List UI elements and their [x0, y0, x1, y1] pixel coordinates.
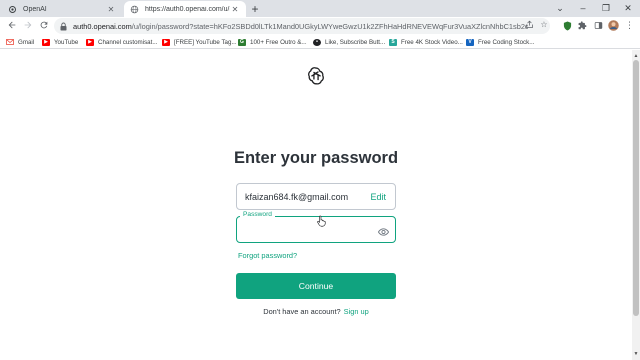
edit-email-link[interactable]: Edit — [370, 192, 386, 202]
bookmark-label: Like, Subscribe Butt... — [325, 38, 386, 46]
bookmark-item[interactable]: Gmail — [6, 37, 34, 47]
bookmark-item[interactable]: S Free 4K Stock Video... — [389, 37, 463, 47]
password-input[interactable] — [244, 222, 374, 236]
tab-title: OpenAI — [23, 5, 47, 13]
bookmark-item[interactable]: • Like, Subscribe Butt... — [313, 37, 385, 47]
bookmark-item[interactable]: ▶ Channel customisat... — [86, 37, 158, 47]
openai-favicon-icon — [8, 5, 17, 14]
youtube-icon: ▶ — [42, 38, 50, 46]
profile-avatar[interactable] — [608, 20, 619, 31]
url-text: auth0.openai.com/u/login/password?state=… — [73, 22, 528, 31]
tab-openai[interactable]: OpenAI ✕ — [2, 1, 122, 17]
email-text: kfaizan684.fk@gmail.com — [245, 191, 349, 202]
tab-close-icon[interactable]: ✕ — [106, 5, 116, 14]
tab-title: https://auth0.openai.com/u/login/p — [145, 5, 230, 13]
new-tab-button[interactable]: + — [249, 2, 261, 16]
bookmark-item[interactable]: ▶ YouTube — [42, 37, 78, 47]
bookmark-label: Free 4K Stock Video... — [401, 38, 463, 46]
address-bar[interactable]: auth0.openai.com/u/login/password?state=… — [54, 18, 550, 34]
mouse-cursor-icon — [316, 214, 326, 227]
openai-logo-icon — [306, 66, 326, 86]
reload-button[interactable] — [38, 20, 50, 32]
stock-icon: S — [389, 38, 397, 46]
v-icon: V — [466, 38, 474, 46]
scrollbar-thumb[interactable] — [633, 60, 639, 316]
url-host: auth0.openai.com — [73, 21, 132, 31]
email-display-field: kfaizan684.fk@gmail.com Edit — [236, 183, 396, 210]
gmail-icon — [6, 38, 14, 46]
signup-link[interactable]: Sign up — [344, 307, 369, 316]
tab-close-icon[interactable]: ✕ — [230, 5, 240, 14]
password-label: Password — [240, 211, 275, 218]
youtube-icon: ▶ — [162, 38, 170, 46]
bookmark-item[interactable]: V Free Coding Stock... — [466, 37, 534, 47]
bookmark-label: Channel customisat... — [98, 38, 158, 46]
browser-toolbar: auth0.openai.com/u/login/password?state=… — [0, 17, 640, 35]
back-button[interactable] — [6, 20, 18, 32]
side-panel-icon[interactable] — [593, 20, 604, 31]
browser-menu-icon[interactable]: ⋮ — [624, 20, 635, 31]
circle-icon: • — [313, 38, 321, 46]
scroll-down-arrow-icon[interactable]: ▼ — [633, 351, 639, 357]
forgot-password-link[interactable]: Forgot password? — [238, 251, 297, 260]
shield-extension-icon[interactable] — [562, 20, 573, 31]
page-title: Enter your password — [233, 149, 399, 167]
tab-auth0[interactable]: https://auth0.openai.com/u/login/p ✕ — [124, 1, 246, 17]
bookmark-label: Free Coding Stock... — [478, 38, 535, 46]
youtube-icon: ▶ — [86, 38, 94, 46]
close-window-button[interactable]: ✕ — [618, 1, 638, 15]
tab-strip: OpenAI ✕ https://auth0.openai.com/u/logi… — [0, 0, 640, 17]
show-password-eye-icon[interactable] — [377, 224, 390, 236]
bookmark-item[interactable]: G 100+ Free Outro &... — [238, 37, 307, 47]
gif-icon: G — [238, 38, 246, 46]
bookmark-star-icon[interactable]: ☆ — [539, 20, 549, 30]
bookmark-item[interactable]: ▶ [FREE] YouTube Tag... — [162, 37, 237, 47]
bookmark-label: YouTube — [54, 38, 79, 46]
forward-button[interactable] — [22, 20, 34, 32]
continue-button[interactable]: Continue — [236, 273, 396, 299]
share-icon[interactable] — [524, 20, 534, 30]
scroll-up-arrow-icon[interactable]: ▲ — [633, 53, 639, 59]
extensions-puzzle-icon[interactable] — [577, 20, 588, 31]
url-path: /u/login/password?state=hKFo2SBDd0lLTk1M… — [131, 21, 528, 31]
signup-prompt: Don't have an account? — [263, 307, 341, 316]
tab-search-dropdown-icon[interactable]: ⌄ — [550, 1, 570, 15]
globe-favicon-icon — [130, 5, 139, 14]
bookmark-label: Gmail — [18, 38, 35, 46]
restore-button[interactable]: ❐ — [596, 1, 616, 15]
signup-row: Don't have an account? Sign up — [236, 307, 396, 316]
minimize-button[interactable]: – — [573, 1, 593, 15]
bookmark-label: 100+ Free Outro &... — [250, 38, 307, 46]
bookmark-label: [FREE] YouTube Tag... — [174, 38, 237, 46]
bookmarks-bar: Gmail ▶ YouTube ▶ Channel customisat... ▶ [… — [0, 35, 640, 49]
lock-icon[interactable] — [60, 22, 68, 31]
